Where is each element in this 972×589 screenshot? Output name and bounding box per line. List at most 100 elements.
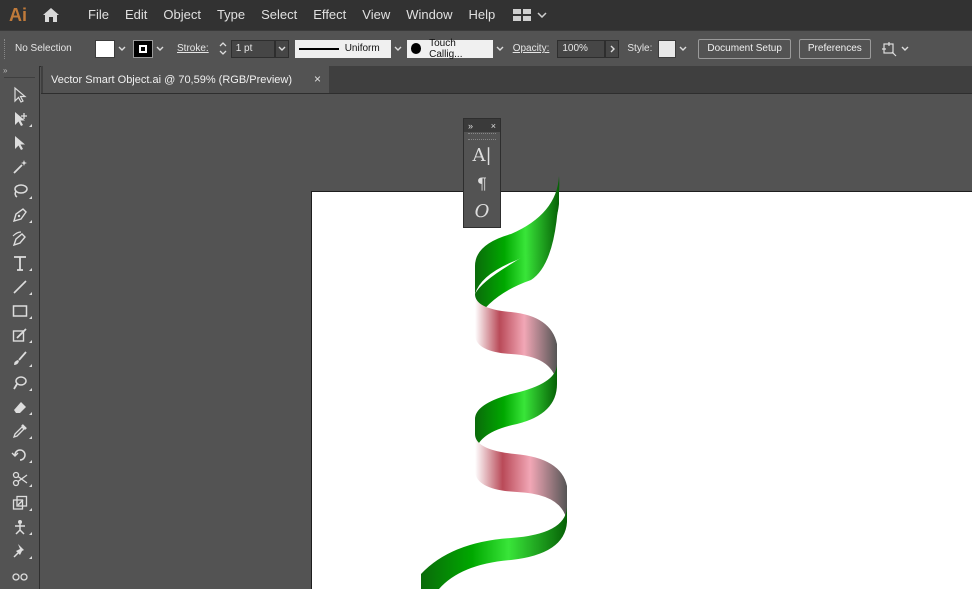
eraser-tool[interactable] [0,395,40,419]
scale-tool-icon [12,495,28,510]
opacity-label[interactable]: Opacity: [513,43,550,54]
style-label: Style: [627,43,653,54]
stroke-weight-dropdown[interactable] [274,39,289,58]
blob-brush-tool[interactable] [0,371,40,395]
variable-width-profile[interactable]: Uniform [294,39,405,58]
float-panel-grip[interactable] [468,133,496,140]
pin-tool[interactable] [0,539,40,563]
float-panel-header[interactable]: » × [464,119,500,132]
workspace-switcher[interactable] [513,9,547,21]
brush-dot-icon [410,43,422,54]
app-logo: Ai [9,4,27,25]
chevron-down-icon [901,46,909,51]
arrange-documents-button[interactable] [881,41,909,57]
home-button[interactable] [36,0,66,30]
canvas-area[interactable] [41,94,972,589]
fill-swatch[interactable] [95,39,115,58]
direct-selection-tool[interactable] [0,107,40,131]
close-icon[interactable]: × [314,72,321,86]
menu-select[interactable]: Select [253,0,305,30]
menu-effect[interactable]: Effect [305,0,354,30]
stroke-swatch[interactable] [133,39,153,58]
tools-divider [4,77,35,79]
stroke-color-dropdown[interactable] [153,40,167,58]
profile-dropdown[interactable] [391,40,405,58]
document-tab[interactable]: Vector Smart Object.ai @ 70,59% (RGB/Pre… [43,66,329,93]
chevron-down-icon [219,50,227,55]
shaper-tool[interactable] [0,323,40,347]
puppet-warp-tool[interactable] [0,515,40,539]
profile-label: Uniform [344,43,380,54]
rotate-tool[interactable] [0,443,40,467]
character-panel-button[interactable]: A| [464,141,500,169]
rotate-tool-icon [11,449,26,461]
tools-panel-collapse[interactable]: » [0,66,39,76]
type-tool-icon [14,256,26,271]
ribbon-artwork[interactable] [41,94,972,589]
pin-tool-icon [13,544,24,558]
selection-tool-icon [14,86,27,103]
pen-tool[interactable] [0,203,40,227]
line-tool-icon [13,280,27,294]
selection-tool[interactable] [0,83,40,107]
stroke-weight-stepper[interactable] [217,42,229,55]
eyedropper-tool[interactable] [0,419,40,443]
menu-type[interactable]: Type [209,0,253,30]
paragraph-icon: ¶ [476,173,488,193]
eyedropper-tool-icon [12,424,27,439]
chevron-down-icon [537,12,547,18]
scissors-tool-icon [12,471,28,487]
chevron-up-icon [219,42,227,47]
control-bar-grip[interactable] [4,38,9,59]
menu-file[interactable]: File [80,0,117,30]
rectangle-tool[interactable] [0,299,40,323]
blend-tool-icon [12,573,28,581]
blob-brush-tool-icon [13,376,27,390]
blend-tool[interactable] [0,563,40,587]
document-tab-title: Vector Smart Object.ai @ 70,59% (RGB/Pre… [51,73,293,86]
document-setup-button[interactable]: Document Setup [698,38,791,59]
curvature-tool[interactable] [0,227,40,251]
menu-window[interactable]: Window [398,0,460,30]
type-tool[interactable] [0,251,40,275]
home-icon [43,8,59,22]
transform-icon [881,41,897,56]
opentype-panel-button[interactable]: O [464,197,500,225]
menu-object[interactable]: Object [155,0,209,30]
rectangle-tool-icon [12,305,28,317]
scale-tool[interactable] [0,491,40,515]
chevron-down-icon [394,46,402,51]
direct-selection-tool-icon [15,112,27,126]
magic-wand-tool[interactable] [0,155,40,179]
group-selection-tool-icon [15,136,25,150]
stroke-label[interactable]: Stroke: [177,43,209,54]
preferences-button[interactable]: Preferences [798,38,871,59]
scissors-tool[interactable] [0,467,40,491]
chevron-right-icon [610,45,615,52]
close-icon[interactable]: × [491,121,496,131]
menu-help[interactable]: Help [460,0,503,30]
lasso-tool[interactable] [0,179,40,203]
graphic-style-swatch[interactable] [658,39,677,58]
fill-dropdown[interactable] [115,40,129,58]
curvature-tool-icon [12,231,26,247]
group-selection-tool[interactable] [0,131,40,155]
shaper-tool-icon [12,328,27,342]
line-tool[interactable] [0,275,40,299]
opacity-flyout[interactable] [605,39,620,58]
chevron-down-icon [679,46,687,51]
selection-status: No Selection [15,43,72,54]
menu-view[interactable]: View [354,0,398,30]
paragraph-panel-button[interactable]: ¶ [464,169,500,197]
brush-definition[interactable]: Touch Callig... [406,38,507,60]
lasso-tool-icon [14,184,28,198]
tools-panel: » [0,66,40,589]
collapse-icon[interactable]: » [468,121,473,131]
stroke-weight-input[interactable]: 1 pt [230,39,275,58]
paintbrush-tool[interactable] [0,347,40,371]
style-dropdown[interactable] [676,40,690,58]
brush-dropdown[interactable] [493,40,507,58]
menu-edit[interactable]: Edit [117,0,155,30]
character-icon: A| [472,144,492,166]
opacity-input[interactable]: 100% [557,39,606,58]
